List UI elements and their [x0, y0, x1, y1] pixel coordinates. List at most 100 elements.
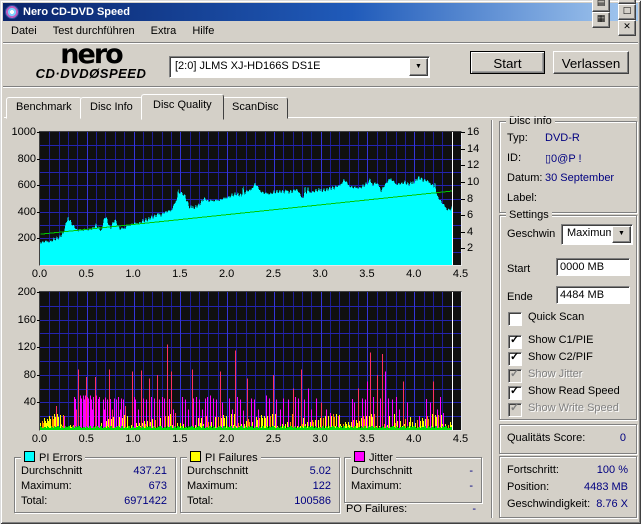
show-c1-pie-label: Show C1/PIE: [528, 334, 593, 346]
x2-label: 3.0: [305, 433, 335, 445]
speed-select-value: Maximum: [562, 225, 611, 244]
pi-failures-row-value: 100586: [294, 495, 331, 507]
start-button[interactable]: Start: [470, 51, 545, 74]
menu-item-datei[interactable]: Datei: [3, 23, 45, 39]
pi-failures-group: PI FailuresDurchschnitt5.02Maximum:122To…: [180, 457, 340, 513]
pi-errors-title: PI Errors: [39, 452, 82, 464]
axis-tick: [37, 402, 40, 403]
progress-panel: Fortschritt:100 %Position:4483 MBGeschwi…: [499, 456, 637, 518]
jitter-row-value: -: [469, 480, 473, 492]
quality-score-label: Qualitäts Score:: [507, 432, 585, 444]
chevron-down-icon[interactable]: ▼: [409, 58, 428, 76]
disc-info-label-typ: Typ:: [507, 132, 528, 144]
drive-select[interactable]: [2:0] JLMS XJ-HD166S DS1E ▼: [169, 56, 430, 78]
tab-benchmark[interactable]: Benchmark: [6, 97, 82, 119]
nero-logo-wordmark: nero: [16, 44, 166, 66]
menu-item-test-durchf-hren[interactable]: Test durchführen: [45, 23, 143, 39]
axis-tick: [37, 238, 40, 239]
disc-info-label-id: ID:: [507, 152, 521, 164]
check-icon: ✓: [510, 401, 519, 414]
pi-errors-row-value: 6971422: [124, 495, 167, 507]
start-mb-field[interactable]: [556, 258, 630, 276]
po-failures-label: PO Failures:: [346, 503, 407, 515]
axis-tick: [461, 132, 465, 133]
quick-scan-checkbox[interactable]: [508, 312, 522, 326]
x2-label: 4.5: [446, 433, 476, 445]
check-icon: ✓: [510, 384, 519, 397]
show-write-speed-label: Show Write Speed: [528, 402, 619, 414]
report-button[interactable]: ▤: [592, 0, 610, 12]
show-jitter-checkbox: ✓: [508, 369, 522, 383]
axis-tick: [37, 347, 40, 348]
pi-errors-row-label: Maximum:: [21, 480, 72, 492]
check-icon: ✓: [510, 350, 519, 363]
menu-item-extra[interactable]: Extra: [143, 23, 185, 39]
axis-tick: [461, 165, 465, 166]
axis-tick: [461, 215, 465, 216]
maximize-button[interactable]: □: [618, 4, 636, 20]
y1-right-label: 10: [467, 176, 487, 188]
pi-errors-chart: [39, 131, 462, 266]
y1-right-label: 2: [467, 242, 487, 254]
pi-errors-row-label: Total:: [21, 495, 47, 507]
title-bar[interactable]: Nero CD-DVD Speed ▤▦ _□✕: [3, 3, 638, 21]
pi-failures-row-value: 122: [313, 480, 331, 492]
show-c2-pif-label: Show C2/PIF: [528, 351, 593, 363]
y1-left-label: 400: [2, 206, 36, 218]
window-title: Nero CD-DVD Speed: [23, 6, 590, 18]
x1-label: 1.0: [118, 268, 148, 280]
tab-scandisc[interactable]: ScanDisc: [222, 97, 288, 119]
pi-errors-group: PI ErrorsDurchschnitt437.21Maximum:673To…: [14, 457, 176, 513]
pi-errors-plot: [40, 132, 461, 265]
y2-left-label: 160: [2, 314, 36, 326]
x1-label: 3.5: [352, 268, 382, 280]
axis-tick: [37, 375, 40, 376]
pi-errors-legend: PI Errors: [21, 451, 85, 465]
disc-info-value-datum: 30 September: [545, 172, 614, 184]
progress-label-position: Position:: [507, 481, 549, 493]
jitter-row-label: Maximum:: [351, 480, 402, 492]
axis-tick: [37, 292, 40, 293]
po-failures-value: -: [430, 503, 476, 515]
pi-errors-swatch-icon: [24, 451, 35, 462]
tab-disc-quality[interactable]: Disc Quality: [141, 94, 224, 120]
show-c1-pie-checkbox[interactable]: ✓: [508, 335, 522, 349]
axis-tick: [461, 182, 465, 183]
drive-select-value: [2:0] JLMS XJ-HD166S DS1E: [170, 57, 408, 77]
show-c2-pif-checkbox[interactable]: ✓: [508, 352, 522, 366]
progress-value-position: 4483 MB: [584, 481, 628, 493]
disc-info-value-typ: DVD-R: [545, 132, 580, 144]
x2-label: 0.5: [71, 433, 101, 445]
separator: [3, 86, 638, 88]
quick-scan-label: Quick Scan: [528, 311, 584, 323]
y1-right-label: 8: [467, 193, 487, 205]
jitter-group: JitterDurchschnitt-Maximum:-: [344, 457, 482, 503]
axis-tick: [461, 248, 465, 249]
y2-left-label: 120: [2, 341, 36, 353]
pi-errors-row-label: Durchschnitt: [21, 465, 82, 477]
chevron-down-icon[interactable]: ▼: [612, 226, 631, 243]
show-read-speed-label: Show Read Speed: [528, 385, 620, 397]
y1-left-label: 800: [2, 153, 36, 165]
nero-logo: nero CD·DVDØSPEED: [16, 44, 166, 81]
y1-left-label: 200: [2, 232, 36, 244]
jitter-legend: Jitter: [351, 451, 396, 465]
menu-item-hilfe[interactable]: Hilfe: [184, 23, 222, 39]
check-icon: ✓: [510, 333, 519, 346]
y1-right-label: 4: [467, 226, 487, 238]
show-jitter-label: Show Jitter: [528, 368, 582, 380]
progress-label-geschwindigkeit: Geschwindigkeit:: [507, 498, 590, 510]
nero-disc-icon: [5, 5, 19, 19]
pi-failures-row-label: Maximum:: [187, 480, 238, 492]
x1-label: 1.5: [165, 268, 195, 280]
exit-button[interactable]: Verlassen: [553, 51, 629, 74]
tab-disc-info[interactable]: Disc Info: [80, 97, 143, 119]
show-read-speed-checkbox[interactable]: ✓: [508, 386, 522, 400]
x1-label: 4.5: [446, 268, 476, 280]
speed-select[interactable]: Maximum ▼: [561, 224, 633, 245]
pi-failures-row-value: 5.02: [310, 465, 331, 477]
y1-right-label: 14: [467, 143, 487, 155]
end-mb-field[interactable]: [556, 286, 630, 304]
y1-right-label: 12: [467, 159, 487, 171]
pi-errors-row-value: 437.21: [133, 465, 167, 477]
